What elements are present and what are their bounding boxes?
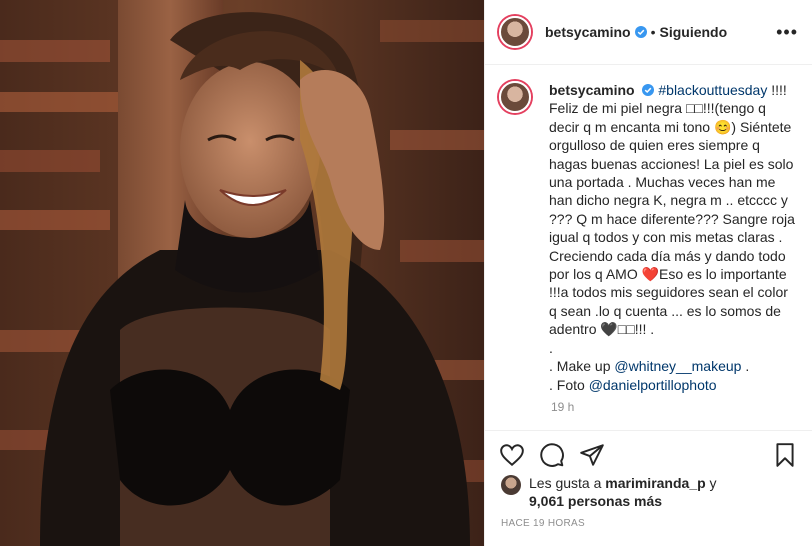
following-button[interactable]: Siguiendo [660, 24, 728, 40]
caption-dot-line: . [549, 339, 553, 356]
action-bar [499, 438, 798, 472]
caption-username[interactable]: betsycamino [549, 82, 635, 98]
liker-username[interactable]: marimiranda_p [605, 475, 705, 491]
more-options-icon[interactable]: ••• [776, 23, 798, 41]
heart-icon[interactable] [499, 442, 525, 468]
post-timestamp[interactable]: HACE 19 HORAS [501, 518, 585, 529]
likes-prefix: Les gusta a [529, 475, 606, 491]
post-image [0, 0, 484, 546]
instagram-post-view: betsycamino • Siguiendo ••• betsycamino … [0, 0, 812, 546]
comment-icon[interactable] [539, 442, 565, 468]
likes-text: Les gusta a marimiranda_p y 9,061 person… [529, 474, 717, 510]
likes-middle: y [705, 475, 717, 491]
post-side-panel: betsycamino • Siguiendo ••• betsycamino … [484, 0, 812, 546]
caption-text: betsycamino #blackouttuesday !!!! Feliz … [549, 81, 797, 394]
caption-time: 19 h [551, 399, 575, 414]
makeup-prefix: . Make up [549, 358, 615, 375]
likes-summary: Les gusta a marimiranda_p y 9,061 person… [501, 474, 798, 510]
foto-mention-link[interactable]: @danielportillophoto [589, 377, 717, 393]
author-username[interactable]: betsycamino [545, 24, 631, 40]
separator-dot: • [650, 24, 656, 40]
foto-prefix: . Foto [549, 376, 589, 393]
makeup-suffix: . [741, 358, 750, 375]
verified-icon [642, 84, 655, 96]
share-icon[interactable] [579, 442, 605, 468]
save-icon[interactable] [772, 442, 798, 468]
liker-avatar[interactable] [501, 475, 521, 495]
author-avatar[interactable] [499, 16, 531, 48]
caption: betsycamino #blackouttuesday !!!! Feliz … [499, 81, 798, 394]
caption-avatar[interactable] [499, 81, 531, 113]
post-header: betsycamino • Siguiendo ••• [485, 0, 812, 65]
verified-icon [634, 26, 647, 38]
caption-body: !!!! Feliz de mi piel negra □□!!!(tengo … [549, 82, 795, 338]
post-photo[interactable] [0, 0, 484, 546]
actions-divider [485, 430, 812, 431]
comments-area: betsycamino #blackouttuesday !!!! Feliz … [485, 65, 812, 430]
makeup-mention-link[interactable]: @whitney__makeup [614, 358, 741, 374]
likes-count[interactable]: 9,061 personas más [529, 493, 662, 509]
hashtag-link[interactable]: #blackouttuesday [658, 82, 767, 98]
